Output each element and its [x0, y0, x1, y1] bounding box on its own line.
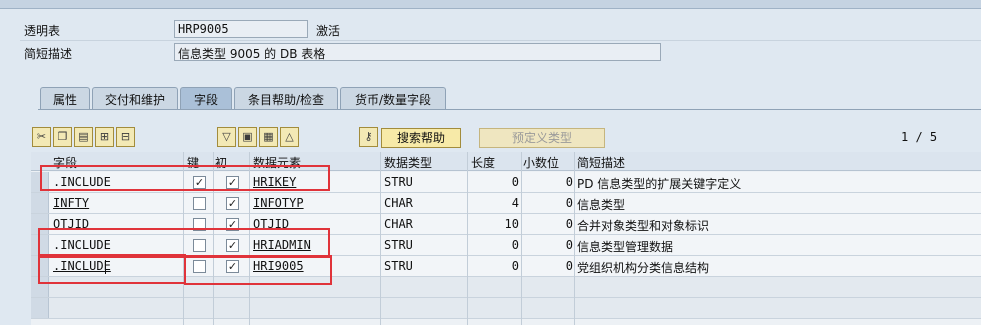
- short-desc: PD 信息类型的扩展关键字定义: [577, 177, 742, 191]
- tab-label: 货币/数量字段: [354, 93, 432, 107]
- tab-label: 属性: [52, 93, 77, 107]
- tab-entry-help-check[interactable]: 条目帮助/检查: [234, 87, 338, 109]
- short-desc-label: 简短描述: [24, 47, 73, 61]
- data-type: STRU: [384, 175, 413, 189]
- tab-label: 条目帮助/检查: [247, 93, 325, 107]
- where-used-icon[interactable]: ▦: [259, 127, 278, 147]
- length-value: 0: [511, 175, 519, 189]
- col-decimals: 小数位: [523, 156, 560, 170]
- highlight-box: [184, 255, 332, 285]
- tab-attributes[interactable]: 属性: [40, 87, 90, 109]
- col-length: 长度: [471, 156, 496, 170]
- data-element-link[interactable]: INFOTYP: [253, 196, 304, 210]
- table-name-field[interactable]: HRP9005: [174, 20, 308, 38]
- highlight-box: [38, 254, 186, 284]
- length-value: 4: [511, 196, 519, 210]
- length-value: 10: [504, 217, 519, 231]
- paste-icon[interactable]: ▤: [74, 127, 93, 147]
- row-selector[interactable]: [31, 193, 49, 213]
- decimals-value: 0: [565, 175, 573, 189]
- highlight-box: [40, 165, 330, 191]
- decimals-value: 0: [565, 238, 573, 252]
- length-value: 0: [511, 238, 519, 252]
- tab-baseline: [38, 109, 981, 110]
- short-desc-field[interactable]: 信息类型 9005 的 DB 表格: [174, 43, 661, 61]
- data-type: STRU: [384, 259, 413, 273]
- col-short-desc: 简短描述: [577, 156, 626, 170]
- filter-icon[interactable]: ▽: [217, 127, 236, 147]
- decimals-value: 0: [565, 217, 573, 231]
- delete-row-icon[interactable]: ⊟: [116, 127, 135, 147]
- window-top-bar: [0, 0, 981, 9]
- decimals-value: 0: [565, 259, 573, 273]
- length-value: 0: [511, 259, 519, 273]
- copy-icon[interactable]: ❐: [53, 127, 72, 147]
- column-divider: [574, 152, 575, 325]
- short-desc: 合并对象类型和对象标识: [577, 219, 710, 233]
- column-divider: [380, 152, 381, 325]
- details-icon[interactable]: ▣: [238, 127, 257, 147]
- column-divider: [467, 152, 468, 325]
- table-type-label: 透明表: [24, 24, 61, 38]
- page-indicator: 1 / 5: [901, 130, 938, 144]
- column-divider: [521, 152, 522, 325]
- search-help-button[interactable]: 搜索帮助: [381, 128, 461, 148]
- tab-label: 字段: [193, 93, 218, 107]
- insert-row-icon[interactable]: ⊞: [95, 127, 114, 147]
- decimals-value: 0: [565, 196, 573, 210]
- tab-delivery-maintenance[interactable]: 交付和维护: [92, 87, 178, 109]
- short-desc: 党组织机构分类信息结构: [577, 261, 710, 275]
- key-checkbox[interactable]: [193, 197, 206, 210]
- data-type: CHAR: [384, 217, 413, 231]
- empty-row[interactable]: [31, 298, 981, 319]
- predefined-type-button: 预定义类型: [479, 128, 605, 148]
- sort-up-icon[interactable]: △: [280, 127, 299, 147]
- tab-label: 交付和维护: [104, 93, 165, 107]
- data-type: STRU: [384, 238, 413, 252]
- field-name[interactable]: INFTY: [53, 196, 89, 210]
- data-type: CHAR: [384, 196, 413, 210]
- tab-fields[interactable]: 字段: [180, 87, 232, 110]
- initial-checkbox[interactable]: ✓: [226, 197, 239, 210]
- status-text: 激活: [316, 24, 341, 38]
- tab-currency-quantity[interactable]: 货币/数量字段: [340, 87, 446, 109]
- header-divider: [20, 40, 981, 41]
- table-row[interactable]: INFTY ✓ INFOTYP CHAR 4 0 信息类型: [31, 193, 981, 214]
- field-toolbar: ✂ ❐ ▤ ⊞ ⊟ ▽ ▣ ▦ △ ⚷ 搜索帮助 预定义类型 1 / 5: [31, 127, 981, 149]
- short-desc: 信息类型: [577, 198, 626, 212]
- col-data-type: 数据类型: [384, 156, 433, 170]
- cut-icon[interactable]: ✂: [32, 127, 51, 147]
- row-selector[interactable]: [31, 298, 49, 318]
- search-help-icon[interactable]: ⚷: [359, 127, 378, 147]
- short-desc: 信息类型管理数据: [577, 240, 674, 254]
